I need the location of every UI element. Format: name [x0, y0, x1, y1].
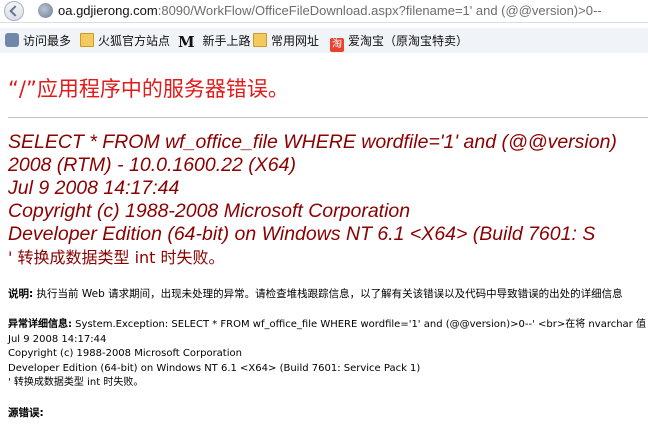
error-message-line: 2008 (RTM) - 10.0.1600.22 (X64)	[8, 154, 296, 176]
page-content: “/”应用程序中的服务器错误。 SELECT * FROM wf_office_…	[0, 53, 648, 430]
back-arrow-icon[interactable]	[4, 1, 24, 21]
bookmark-label: 访问最多	[23, 34, 72, 48]
bookmark-label: 常用网址	[271, 34, 320, 48]
address-bar[interactable]: oa.gdjierong.com:8090/WorkFlow/OfficeFil…	[0, 0, 648, 23]
site-identity-globe-icon[interactable]	[38, 3, 53, 18]
error-message-line: Copyright (c) 1988-2008 Microsoft Corpor…	[8, 200, 411, 222]
bookmarks-toolbar: 访问最多 火狐官方站点 M 新手上路 常用网址 淘爱淘宝（原淘宝特卖）	[0, 28, 648, 54]
error-description: 说明: 执行当前 Web 请求期间，出现未处理的异常。请检查堆栈跟踪信息，以了解…	[8, 286, 623, 301]
description-label: 说明:	[8, 288, 34, 300]
exception-line: Copyright (c) 1988-2008 Microsoft Corpor…	[8, 348, 242, 359]
url-path: :8090/WorkFlow/OfficeFileDownload.aspx?f…	[157, 3, 602, 18]
error-page-title: “/”应用程序中的服务器错误。	[8, 77, 289, 101]
error-message: SELECT * FROM wf_office_file WHERE wordf…	[8, 131, 617, 269]
bookmark-label: 爱淘宝（原淘宝特卖）	[348, 34, 469, 48]
error-message-line: ' 转换成数据类型 int 时失败。	[8, 248, 225, 267]
error-message-line: Developer Edition (64-bit) on Windows NT…	[8, 223, 596, 245]
error-message-line: Jul 9 2008 14:17:44	[8, 177, 180, 199]
m-icon: M	[178, 33, 195, 51]
description-text: 执行当前 Web 请求期间，出现未处理的异常。请检查堆栈跟踪信息，以了解有关该错…	[33, 288, 623, 300]
divider	[8, 117, 648, 118]
bookmark-label: 新手上路	[202, 34, 251, 48]
bookmark-firefox-site[interactable]: 火狐官方站点	[80, 33, 170, 49]
exception-line: System.Exception: SELECT * FROM wf_offic…	[72, 319, 646, 330]
bookmark-getting-started[interactable]: M 新手上路	[178, 33, 251, 51]
folder-icon	[80, 33, 94, 47]
taobao-icon: 淘	[330, 38, 344, 52]
bookmark-label: 火狐官方站点	[98, 34, 171, 48]
exception-line: ' 转换成数据类型 int 时失败。	[8, 377, 144, 388]
bookmark-common-sites[interactable]: 常用网址	[253, 33, 319, 49]
folder-icon	[253, 33, 267, 47]
gear-icon	[5, 33, 19, 47]
exception-line: Jul 9 2008 14:17:44	[8, 333, 107, 345]
bookmark-ai-taobao[interactable]: 淘爱淘宝（原淘宝特卖）	[330, 33, 469, 52]
bookmark-most-visited[interactable]: 访问最多	[5, 33, 71, 49]
url-field[interactable]: oa.gdjierong.com:8090/WorkFlow/OfficeFil…	[58, 3, 602, 18]
error-message-line: SELECT * FROM wf_office_file WHERE wordf…	[8, 131, 617, 153]
source-error-label: 源错误:	[8, 407, 44, 419]
exception-line: Developer Edition (64-bit) on Windows NT…	[8, 362, 421, 374]
url-host: oa.gdjierong.com	[58, 3, 158, 18]
exception-details: 异常详细信息: System.Exception: SELECT * FROM …	[8, 318, 646, 391]
exception-label: 异常详细信息:	[8, 319, 72, 330]
